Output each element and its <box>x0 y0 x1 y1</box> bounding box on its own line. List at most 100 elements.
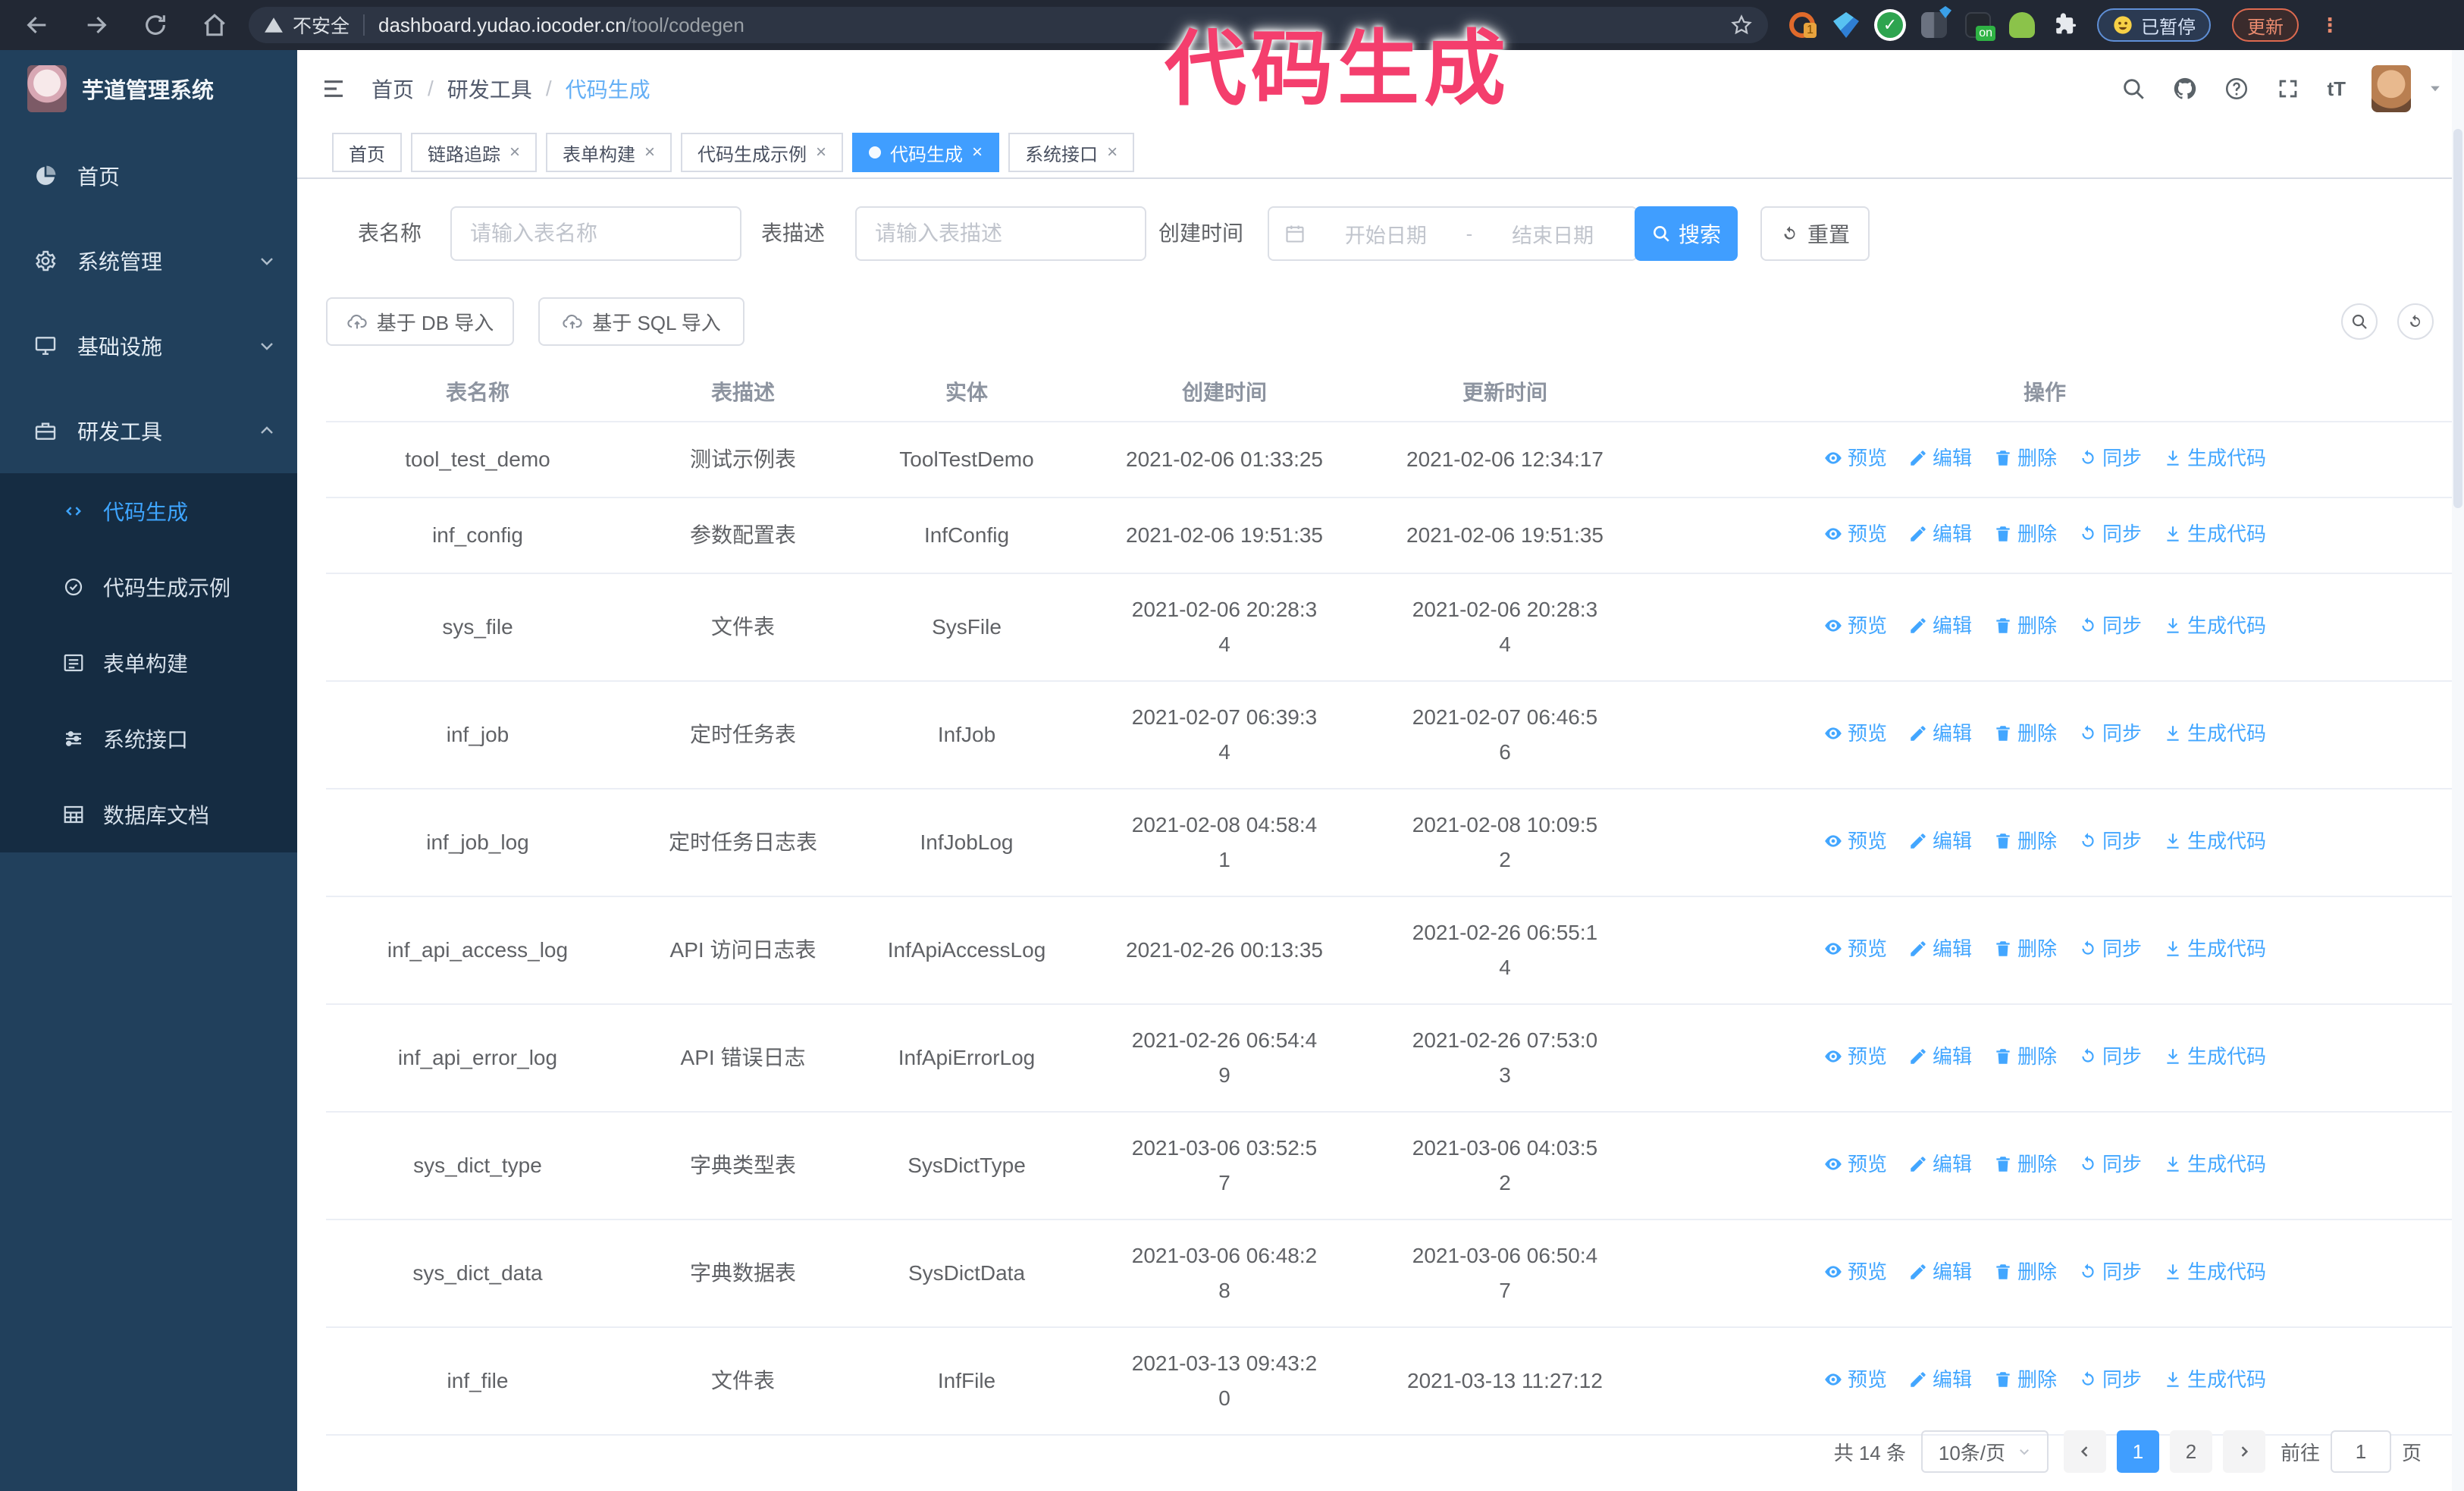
scrollbar-thumb[interactable] <box>2453 129 2462 508</box>
extension-icon-4[interactable] <box>1921 6 1951 38</box>
table-desc-input[interactable] <box>855 206 1146 261</box>
sidebar-item-system[interactable]: 系统管理 <box>0 218 297 303</box>
generate-code-link[interactable]: 生成代码 <box>2163 1039 2266 1074</box>
delete-link[interactable]: 删除 <box>1993 516 2057 551</box>
address-bar[interactable]: 不安全 dashboard.yudao.iocoder.cn/tool/code… <box>249 7 1768 43</box>
table-name-input[interactable] <box>450 206 741 261</box>
preview-link[interactable]: 预览 <box>1823 516 1887 551</box>
preview-link[interactable]: 预览 <box>1823 608 1887 643</box>
hamburger-icon[interactable] <box>320 77 347 101</box>
sidebar-item-db-docs[interactable]: 数据库文档 <box>0 777 297 852</box>
page-button-2[interactable]: 2 <box>2169 1430 2212 1473</box>
sync-link[interactable]: 同步 <box>2078 516 2142 551</box>
bookmark-star-icon[interactable] <box>1730 14 1753 36</box>
generate-code-link[interactable]: 生成代码 <box>2163 824 2266 859</box>
page-size-select[interactable]: 10条/页 <box>1920 1430 2049 1473</box>
end-date-placeholder[interactable]: 结束日期 <box>1484 219 1621 249</box>
sidebar-item-codegen[interactable]: 代码生成 <box>0 473 297 549</box>
refresh-table-button[interactable] <box>2397 303 2434 340</box>
generate-code-link[interactable]: 生成代码 <box>2163 516 2266 551</box>
extensions-puzzle-icon[interactable] <box>2053 12 2079 38</box>
tab-codegen[interactable]: 代码生成 × <box>852 133 1000 172</box>
sync-link[interactable]: 同步 <box>2078 1039 2142 1074</box>
delete-link[interactable]: 删除 <box>1993 1039 2057 1074</box>
page-button-1[interactable]: 1 <box>2116 1430 2159 1473</box>
forward-icon[interactable] <box>83 12 109 38</box>
generate-code-link[interactable]: 生成代码 <box>2163 1362 2266 1397</box>
delete-link[interactable]: 删除 <box>1993 716 2057 751</box>
close-icon[interactable]: × <box>816 143 826 162</box>
preview-link[interactable]: 预览 <box>1823 824 1887 859</box>
preview-link[interactable]: 预览 <box>1823 1254 1887 1289</box>
sync-link[interactable]: 同步 <box>2078 608 2142 643</box>
prev-page-button[interactable] <box>2063 1430 2106 1473</box>
sidebar-item-home[interactable]: 首页 <box>0 133 297 218</box>
next-page-button[interactable] <box>2222 1430 2265 1473</box>
sidebar-item-codegen-example[interactable]: 代码生成示例 <box>0 549 297 625</box>
generate-code-link[interactable]: 生成代码 <box>2163 441 2266 476</box>
extension-icon-1[interactable]: 1 <box>1789 12 1817 38</box>
sync-link[interactable]: 同步 <box>2078 716 2142 751</box>
delete-link[interactable]: 删除 <box>1993 1362 2057 1397</box>
generate-code-link[interactable]: 生成代码 <box>2163 1254 2266 1289</box>
reload-icon[interactable] <box>143 12 168 38</box>
import-sql-button[interactable]: 基于 SQL 导入 <box>538 297 745 346</box>
breadcrumb-devtools[interactable]: 研发工具 <box>447 74 532 104</box>
sync-link[interactable]: 同步 <box>2078 931 2142 966</box>
help-icon[interactable] <box>2224 76 2249 102</box>
preview-link[interactable]: 预览 <box>1823 1362 1887 1397</box>
search-button[interactable]: 搜索 <box>1635 206 1738 261</box>
sidebar-item-devtools[interactable]: 研发工具 <box>0 388 297 473</box>
sync-link[interactable]: 同步 <box>2078 824 2142 859</box>
edit-link[interactable]: 编辑 <box>1908 516 1972 551</box>
edit-link[interactable]: 编辑 <box>1908 1254 1972 1289</box>
edit-link[interactable]: 编辑 <box>1908 441 1972 476</box>
fullscreen-icon[interactable] <box>2275 76 2301 102</box>
close-icon[interactable]: × <box>509 143 520 162</box>
avatar-caret-icon[interactable] <box>2428 81 2443 96</box>
sidebar-item-infra[interactable]: 基础设施 <box>0 303 297 388</box>
edit-link[interactable]: 编辑 <box>1908 931 1972 966</box>
delete-link[interactable]: 删除 <box>1993 1147 2057 1182</box>
delete-link[interactable]: 删除 <box>1993 1254 2057 1289</box>
delete-link[interactable]: 删除 <box>1993 441 2057 476</box>
import-db-button[interactable]: 基于 DB 导入 <box>326 297 514 346</box>
preview-link[interactable]: 预览 <box>1823 441 1887 476</box>
search-icon[interactable] <box>2121 76 2146 102</box>
generate-code-link[interactable]: 生成代码 <box>2163 716 2266 751</box>
sync-link[interactable]: 同步 <box>2078 1362 2142 1397</box>
preview-link[interactable]: 预览 <box>1823 716 1887 751</box>
tab-home[interactable]: 首页 <box>332 133 402 172</box>
preview-link[interactable]: 预览 <box>1823 1039 1887 1074</box>
page-scrollbar[interactable] <box>2452 50 2464 1491</box>
sidebar-item-system-api[interactable]: 系统接口 <box>0 701 297 777</box>
delete-link[interactable]: 删除 <box>1993 931 2057 966</box>
extension-icon-2[interactable] <box>1833 12 1859 38</box>
tab-form-builder[interactable]: 表单构建 × <box>546 133 672 172</box>
generate-code-link[interactable]: 生成代码 <box>2163 931 2266 966</box>
generate-code-link[interactable]: 生成代码 <box>2163 1147 2266 1182</box>
generate-code-link[interactable]: 生成代码 <box>2163 608 2266 643</box>
delete-link[interactable]: 删除 <box>1993 608 2057 643</box>
sync-link[interactable]: 同步 <box>2078 441 2142 476</box>
close-icon[interactable]: × <box>644 143 655 162</box>
delete-link[interactable]: 删除 <box>1993 824 2057 859</box>
preview-link[interactable]: 预览 <box>1823 1147 1887 1182</box>
edit-link[interactable]: 编辑 <box>1908 1362 1972 1397</box>
edit-link[interactable]: 编辑 <box>1908 1147 1972 1182</box>
sync-link[interactable]: 同步 <box>2078 1254 2142 1289</box>
user-avatar[interactable] <box>2372 65 2411 112</box>
tab-codegen-example[interactable]: 代码生成示例 × <box>681 133 844 172</box>
extension-icon-3[interactable]: ✓ <box>1877 12 1903 38</box>
browser-update-button[interactable]: 更新 <box>2232 8 2299 42</box>
sync-link[interactable]: 同步 <box>2078 1147 2142 1182</box>
extension-icon-5[interactable]: on <box>1965 12 1995 41</box>
back-icon[interactable] <box>24 12 50 38</box>
tab-trace[interactable]: 链路追踪 × <box>411 133 538 172</box>
browser-menu-icon[interactable]: ⋮ <box>2320 14 2340 37</box>
reset-button[interactable]: 重置 <box>1760 206 1870 261</box>
close-icon[interactable]: × <box>1107 143 1118 162</box>
profile-paused-badge[interactable]: 已暂停 <box>2097 8 2211 42</box>
edit-link[interactable]: 编辑 <box>1908 1039 1972 1074</box>
toggle-search-button[interactable] <box>2341 303 2378 340</box>
